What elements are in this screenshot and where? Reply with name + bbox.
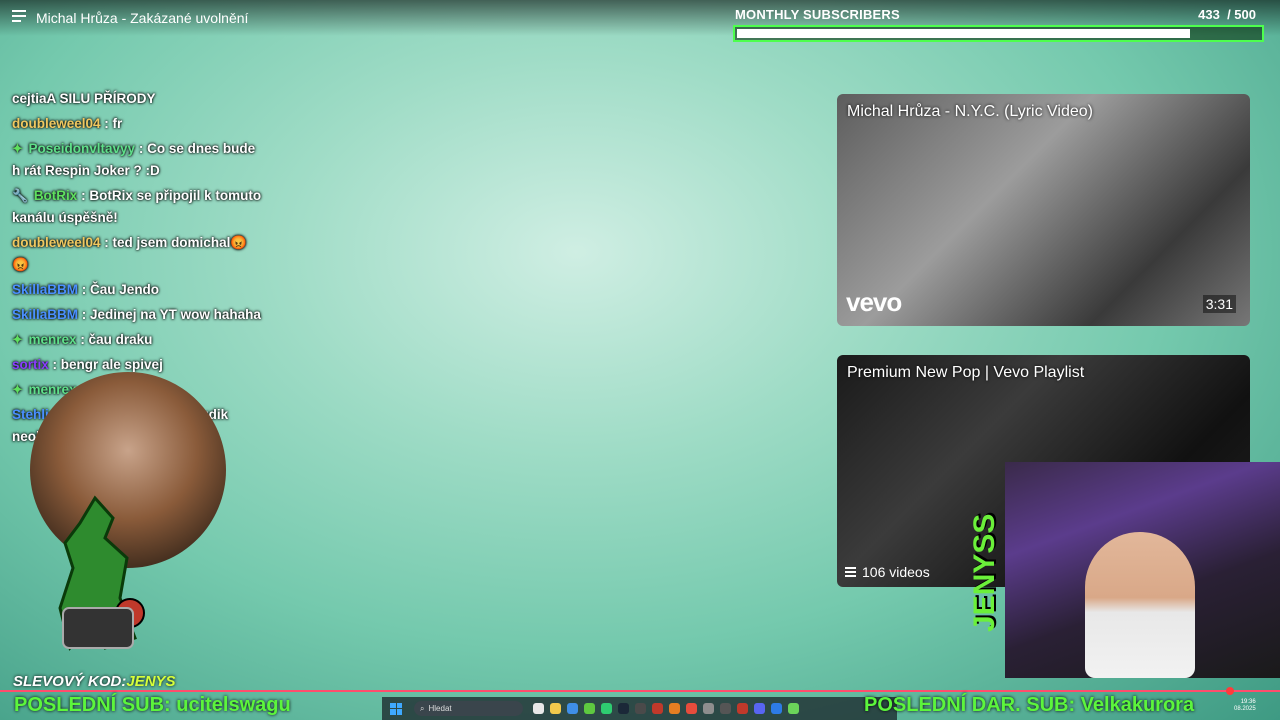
- taskbar-search-placeholder: Hledat: [428, 704, 452, 713]
- chat-text: cejtiaA SILU PŘÍRODY: [12, 91, 156, 106]
- chat-username[interactable]: sortix: [12, 357, 49, 372]
- green-gem-icon: ✦: [12, 332, 27, 347]
- chat-text: : Čau Jendo: [81, 282, 160, 297]
- goal-label: MONTHLY SUBSCRIBERS: [735, 7, 900, 22]
- green-gem-icon: ✦: [12, 141, 27, 156]
- video-title: Michal Hrůza - Zakázané uvolnění: [36, 10, 249, 26]
- steam-icon[interactable]: [618, 703, 629, 714]
- webcam-brand-tag: JENYSS: [968, 513, 1001, 633]
- opera-icon[interactable]: [652, 703, 663, 714]
- chat-text: : bengr ale spivej: [52, 357, 163, 372]
- chat-username[interactable]: SkillaBBM: [12, 282, 78, 297]
- video-duration: 3:31: [1202, 295, 1236, 313]
- webcam-feed: [1005, 462, 1280, 678]
- goal-progress-fill: [737, 29, 1190, 38]
- chat-message: doubleweel04 : fr: [12, 113, 262, 135]
- task-view-icon[interactable]: [533, 703, 544, 714]
- windows-start-icon[interactable]: [390, 702, 402, 715]
- browser-icon[interactable]: [771, 703, 782, 714]
- green-gem-icon: ✦: [12, 382, 27, 397]
- ticker-dot-icon: [1226, 687, 1234, 695]
- chat-text: : Jedinej na YT wow hahaha: [81, 307, 261, 322]
- chat-message: 🔧 BotRix : BotRix se připojil k tomuto k…: [12, 185, 262, 229]
- file-explorer-icon[interactable]: [550, 703, 561, 714]
- wrench-icon: 🔧: [12, 188, 32, 203]
- clock-time: 19:36: [1240, 699, 1256, 705]
- chat-message: ✦ Poseidonvltavyy : Co se dnes bude h rá…: [12, 138, 262, 182]
- chat-message: SkillaBBM : Jedinej na YT wow hahaha: [12, 304, 262, 326]
- goal-progress-bar: [733, 25, 1264, 42]
- chat-message: cejtiaA SILU PŘÍRODY: [12, 88, 262, 110]
- chat-message: doubleweel04 : ted jsem domichal😡😡: [12, 232, 262, 276]
- chat-username[interactable]: menrex: [29, 332, 77, 347]
- card-title: Michal Hrůza - N.Y.C. (Lyric Video): [847, 103, 1093, 120]
- chat-text: : fr: [104, 116, 123, 131]
- app-icon[interactable]: [737, 703, 748, 714]
- video-card-nyc[interactable]: Michal Hrůza - N.Y.C. (Lyric Video) vevo…: [837, 94, 1250, 326]
- clock-date: 08.2025: [1234, 706, 1256, 712]
- app-icon[interactable]: [635, 703, 646, 714]
- gamebar-icon[interactable]: [601, 703, 612, 714]
- discount-code-label: SLEVOVÝ KOD:: [13, 673, 127, 690]
- last-sub-ticker: POSLEDNÍ SUB: ucitelswagu: [14, 694, 291, 716]
- streamer-webcam: [1085, 532, 1195, 678]
- discount-code-value: JENYS: [126, 673, 176, 690]
- chat-text: : čau draku: [80, 332, 153, 347]
- playlist-icon: [845, 565, 856, 579]
- app-icon[interactable]: [788, 703, 799, 714]
- taskbar-search[interactable]: ⌕ Hledat: [414, 701, 523, 716]
- taskbar-clock[interactable]: 19:36 08.2025: [1234, 699, 1256, 713]
- card-title: Premium New Pop | Vevo Playlist: [847, 364, 1085, 381]
- menu-icon[interactable]: [12, 10, 26, 24]
- app-icon[interactable]: [720, 703, 731, 714]
- chat-message: SkillaBBM : Čau Jendo: [12, 279, 262, 301]
- chat-username[interactable]: SkillaBBM: [12, 307, 78, 322]
- chat-username[interactable]: BotRix: [34, 188, 78, 203]
- ticker-divider: [0, 690, 1280, 692]
- chat-username[interactable]: Poseidonvltavyy: [29, 141, 136, 156]
- vevo-logo: vevo: [846, 287, 902, 317]
- goal-target: / 500: [1227, 7, 1256, 22]
- obs-icon[interactable]: [703, 703, 714, 714]
- discount-code: SLEVOVÝ KOD:JENYS: [13, 673, 176, 690]
- store-icon[interactable]: [567, 703, 578, 714]
- chat-username[interactable]: doubleweel04: [12, 235, 101, 250]
- windows-taskbar: ⌕ Hledat: [382, 697, 897, 720]
- chat-message: ✦ menrex : čau draku: [12, 329, 262, 351]
- playlist-video-count: 106 videos: [862, 564, 930, 580]
- last-gift-sub-ticker: POSLEDNÍ DAR. SUB: Velkakurora: [864, 694, 1195, 716]
- app-icon[interactable]: [686, 703, 697, 714]
- app-icon[interactable]: [669, 703, 680, 714]
- discord-icon[interactable]: [754, 703, 765, 714]
- goal-count: 433 / 500: [1198, 7, 1256, 22]
- taskbar-apps: [533, 703, 799, 714]
- playlist-count: 106 videos: [845, 564, 930, 580]
- search-icon: ⌕: [420, 703, 425, 713]
- chat-username[interactable]: doubleweel04: [12, 116, 101, 131]
- goal-current: 433: [1198, 7, 1220, 22]
- sponsor-mascot-icon: [58, 495, 145, 651]
- xbox-icon[interactable]: [584, 703, 595, 714]
